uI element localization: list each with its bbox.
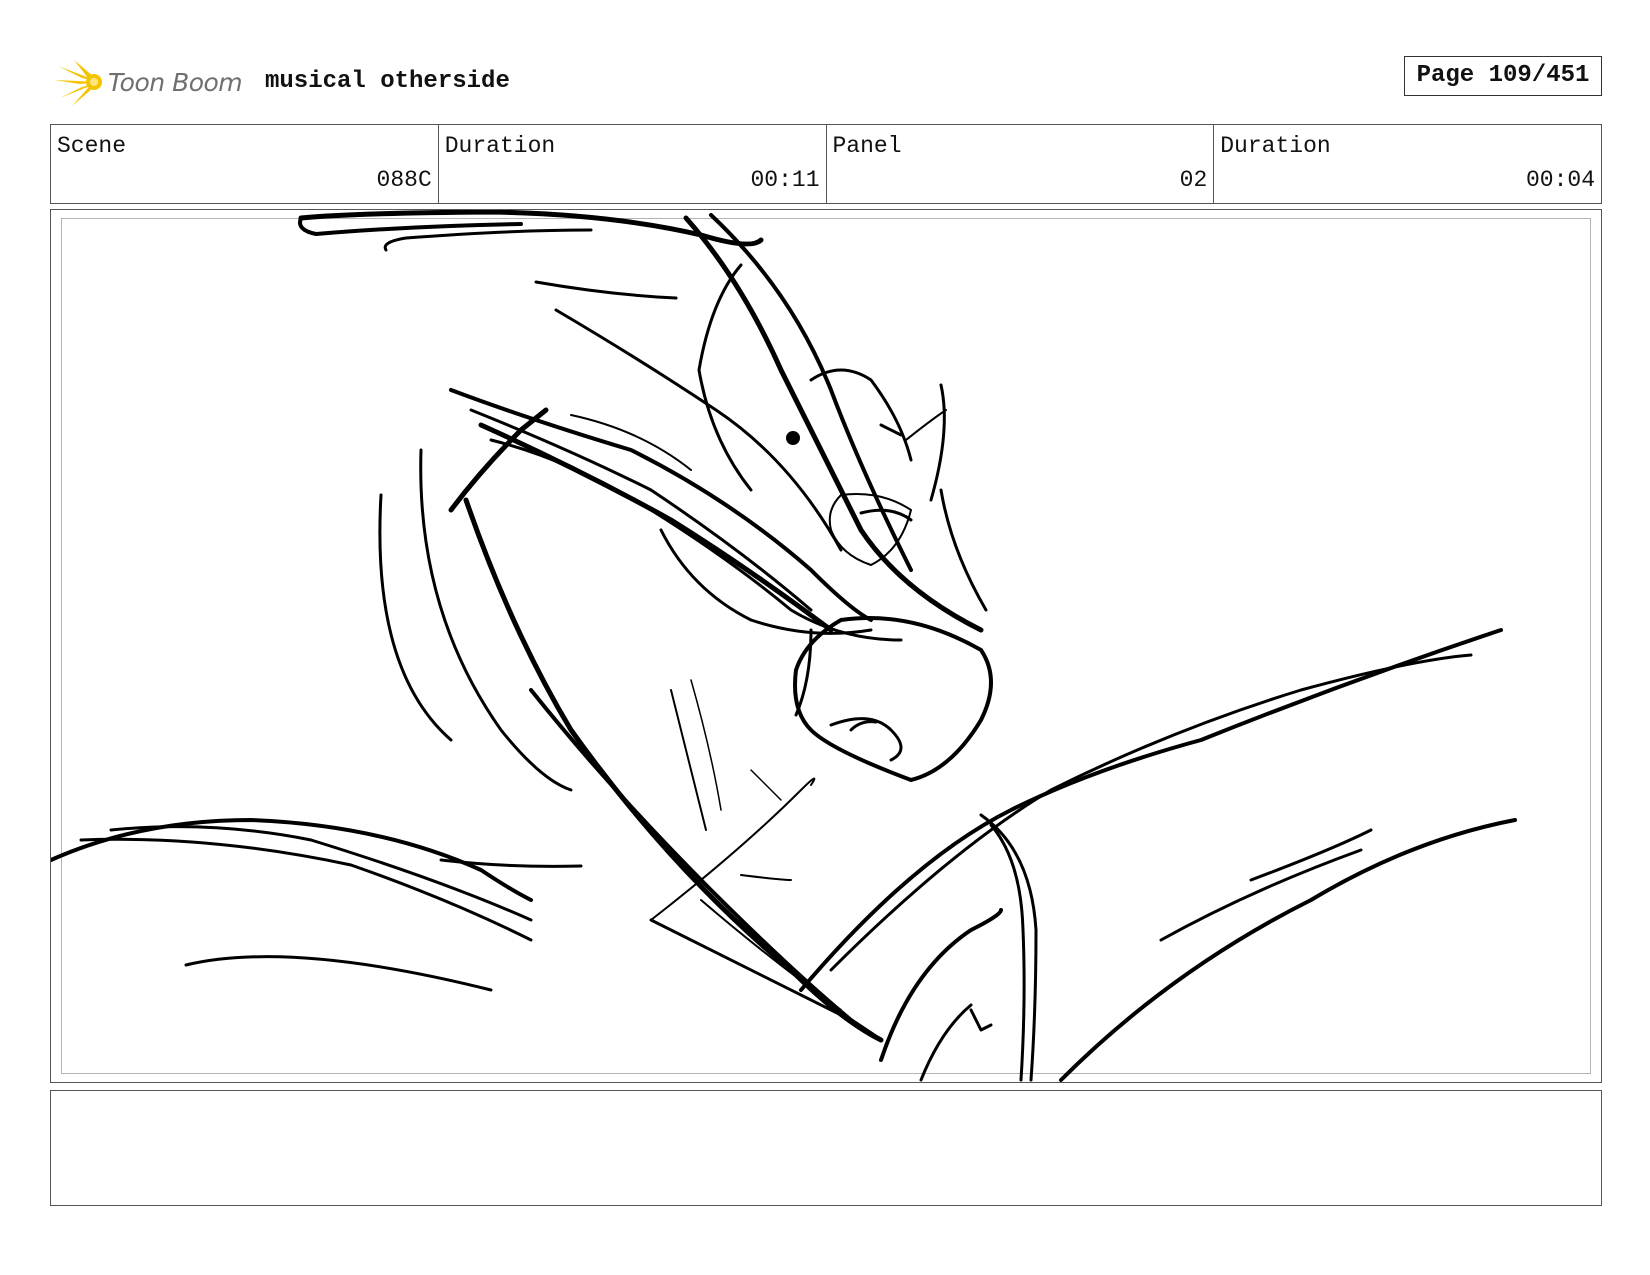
panel-notes-box — [50, 1090, 1602, 1206]
scene-duration-label: Duration — [444, 133, 556, 159]
scene-info-table: Scene 088C Duration 00:11 Panel 02 Durat… — [50, 124, 1602, 204]
scene-duration-value: 00:11 — [750, 167, 820, 193]
panel-duration-value: 00:04 — [1525, 167, 1595, 193]
page-header: Toon Boom musical otherside Page 109/451 — [52, 56, 1602, 106]
panel-cell: Panel 02 — [827, 125, 1215, 203]
scene-duration-cell: Duration 00:11 — [439, 125, 827, 203]
logo-text: Toon Boom — [108, 68, 243, 97]
project-title: musical otherside — [265, 68, 510, 95]
flare-icon — [54, 60, 102, 106]
panel-label: Panel — [832, 133, 902, 159]
panel-value: 02 — [1179, 167, 1208, 193]
page-number: Page 109/451 — [1416, 62, 1590, 89]
toon-boom-logo: Toon Boom — [52, 58, 252, 108]
page-number-box: Page 109/451 — [1404, 56, 1602, 96]
panel-duration-label: Duration — [1220, 133, 1331, 159]
scene-value: 088C — [376, 167, 432, 193]
scene-cell: Scene 088C — [51, 125, 439, 203]
panel-sketch — [51, 210, 1517, 1082]
panel-duration-cell: Duration 00:04 — [1214, 125, 1601, 203]
scene-label: Scene — [57, 133, 127, 159]
storyboard-panel — [50, 209, 1602, 1083]
